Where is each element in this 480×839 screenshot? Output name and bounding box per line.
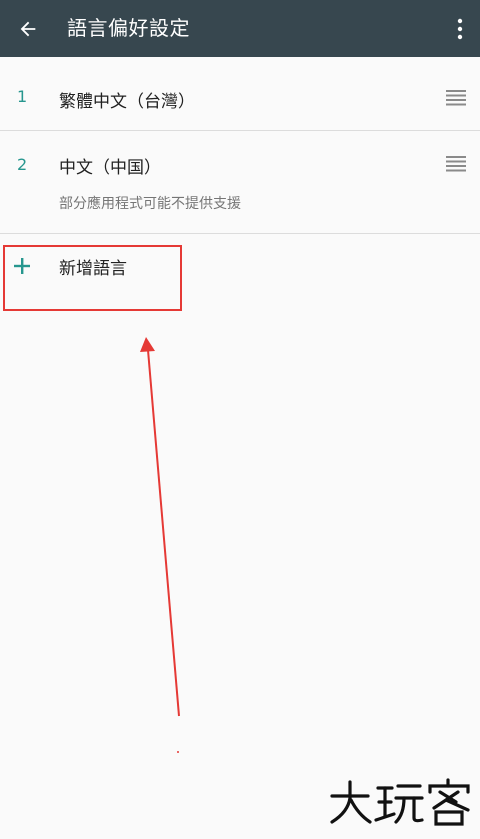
- annotation-arrow: [140, 337, 180, 753]
- watermark-logo: [330, 778, 470, 826]
